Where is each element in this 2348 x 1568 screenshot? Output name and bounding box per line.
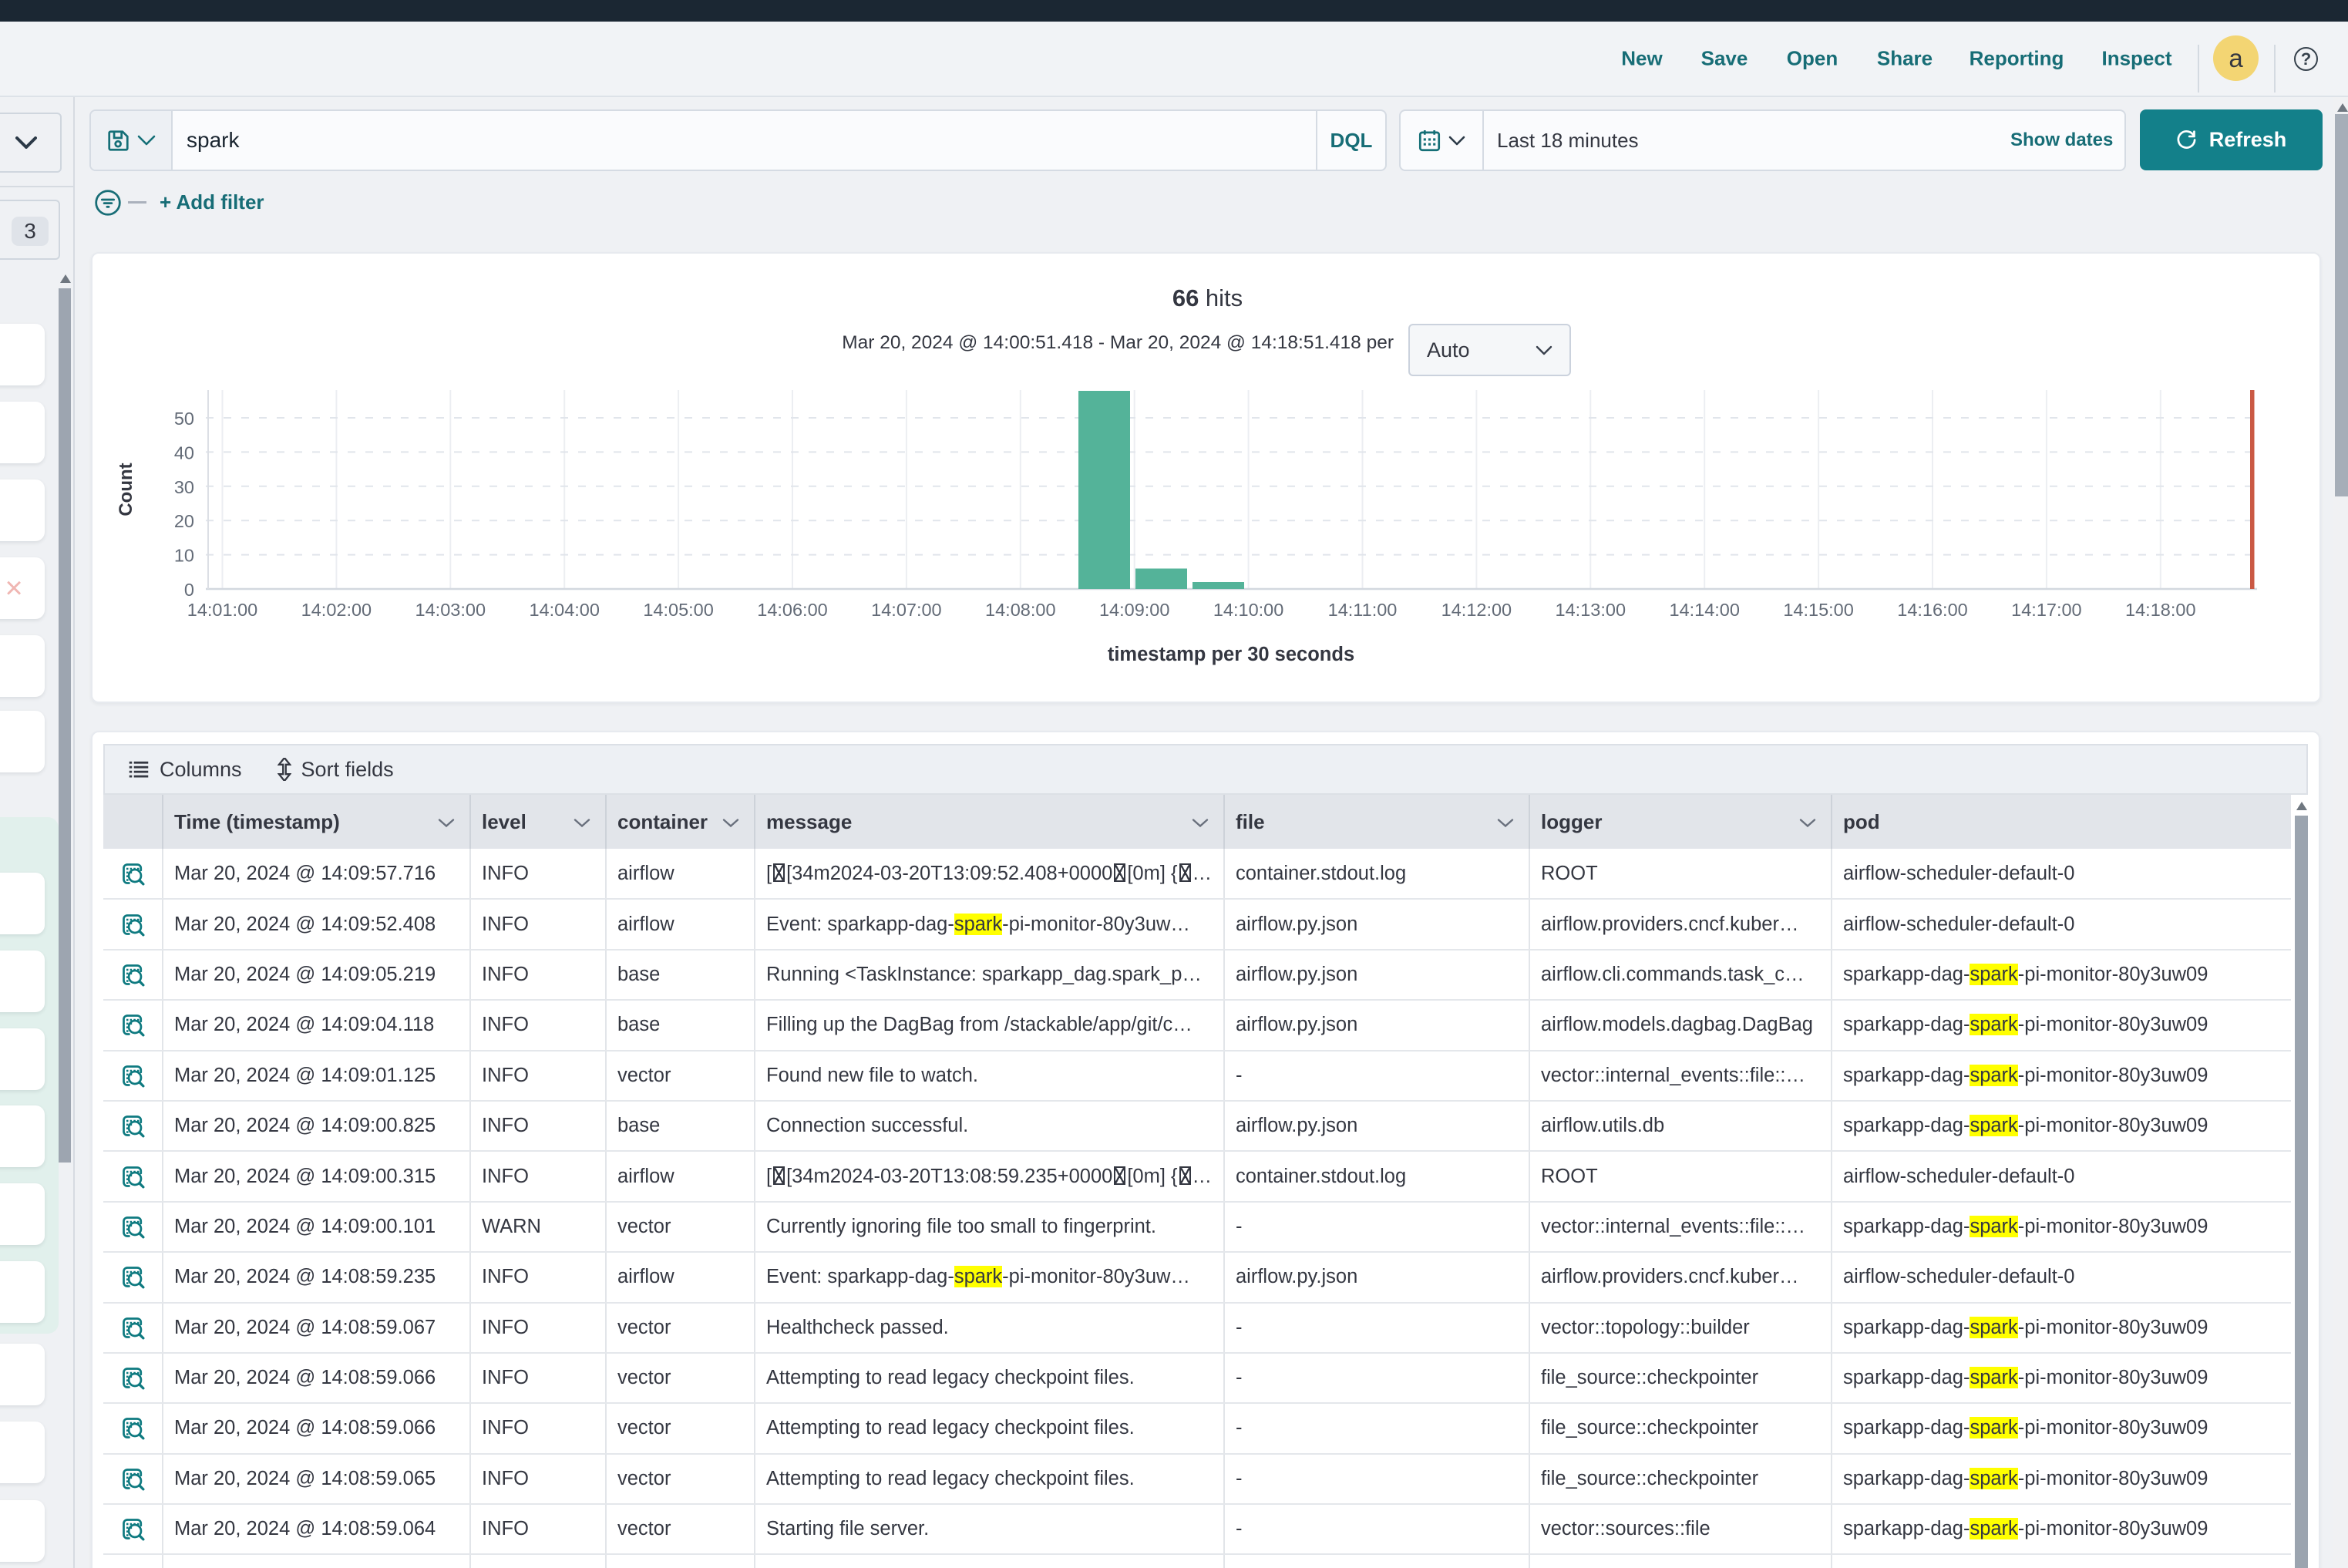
svg-text:14:18:00: 14:18:00 <box>2125 600 2195 620</box>
svg-text:14:10:00: 14:10:00 <box>1213 600 1283 620</box>
svg-text:50: 50 <box>174 409 194 429</box>
svg-text:14:12:00: 14:12:00 <box>1441 600 1512 620</box>
svg-text:timestamp per 30 seconds: timestamp per 30 seconds <box>1108 644 1354 665</box>
svg-text:14:09:00: 14:09:00 <box>1099 600 1169 620</box>
svg-text:40: 40 <box>174 442 194 463</box>
svg-text:10: 10 <box>174 546 194 566</box>
svg-text:Count: Count <box>116 463 136 516</box>
svg-text:14:08:00: 14:08:00 <box>985 600 1055 620</box>
svg-text:14:03:00: 14:03:00 <box>415 600 486 620</box>
svg-text:14:05:00: 14:05:00 <box>643 600 713 620</box>
svg-text:14:15:00: 14:15:00 <box>1783 600 1853 620</box>
svg-text:14:06:00: 14:06:00 <box>757 600 827 620</box>
svg-text:14:17:00: 14:17:00 <box>2011 600 2081 620</box>
svg-text:14:13:00: 14:13:00 <box>1556 600 1626 620</box>
svg-text:14:14:00: 14:14:00 <box>1669 600 1739 620</box>
svg-text:20: 20 <box>174 511 194 531</box>
svg-text:14:16:00: 14:16:00 <box>1897 600 1967 620</box>
svg-text:14:11:00: 14:11:00 <box>1328 600 1398 620</box>
svg-text:14:01:00: 14:01:00 <box>187 600 257 620</box>
svg-text:14:02:00: 14:02:00 <box>301 600 372 620</box>
svg-text:14:04:00: 14:04:00 <box>529 600 599 620</box>
svg-text:30: 30 <box>174 477 194 497</box>
svg-text:14:07:00: 14:07:00 <box>871 600 941 620</box>
svg-text:0: 0 <box>184 580 194 600</box>
